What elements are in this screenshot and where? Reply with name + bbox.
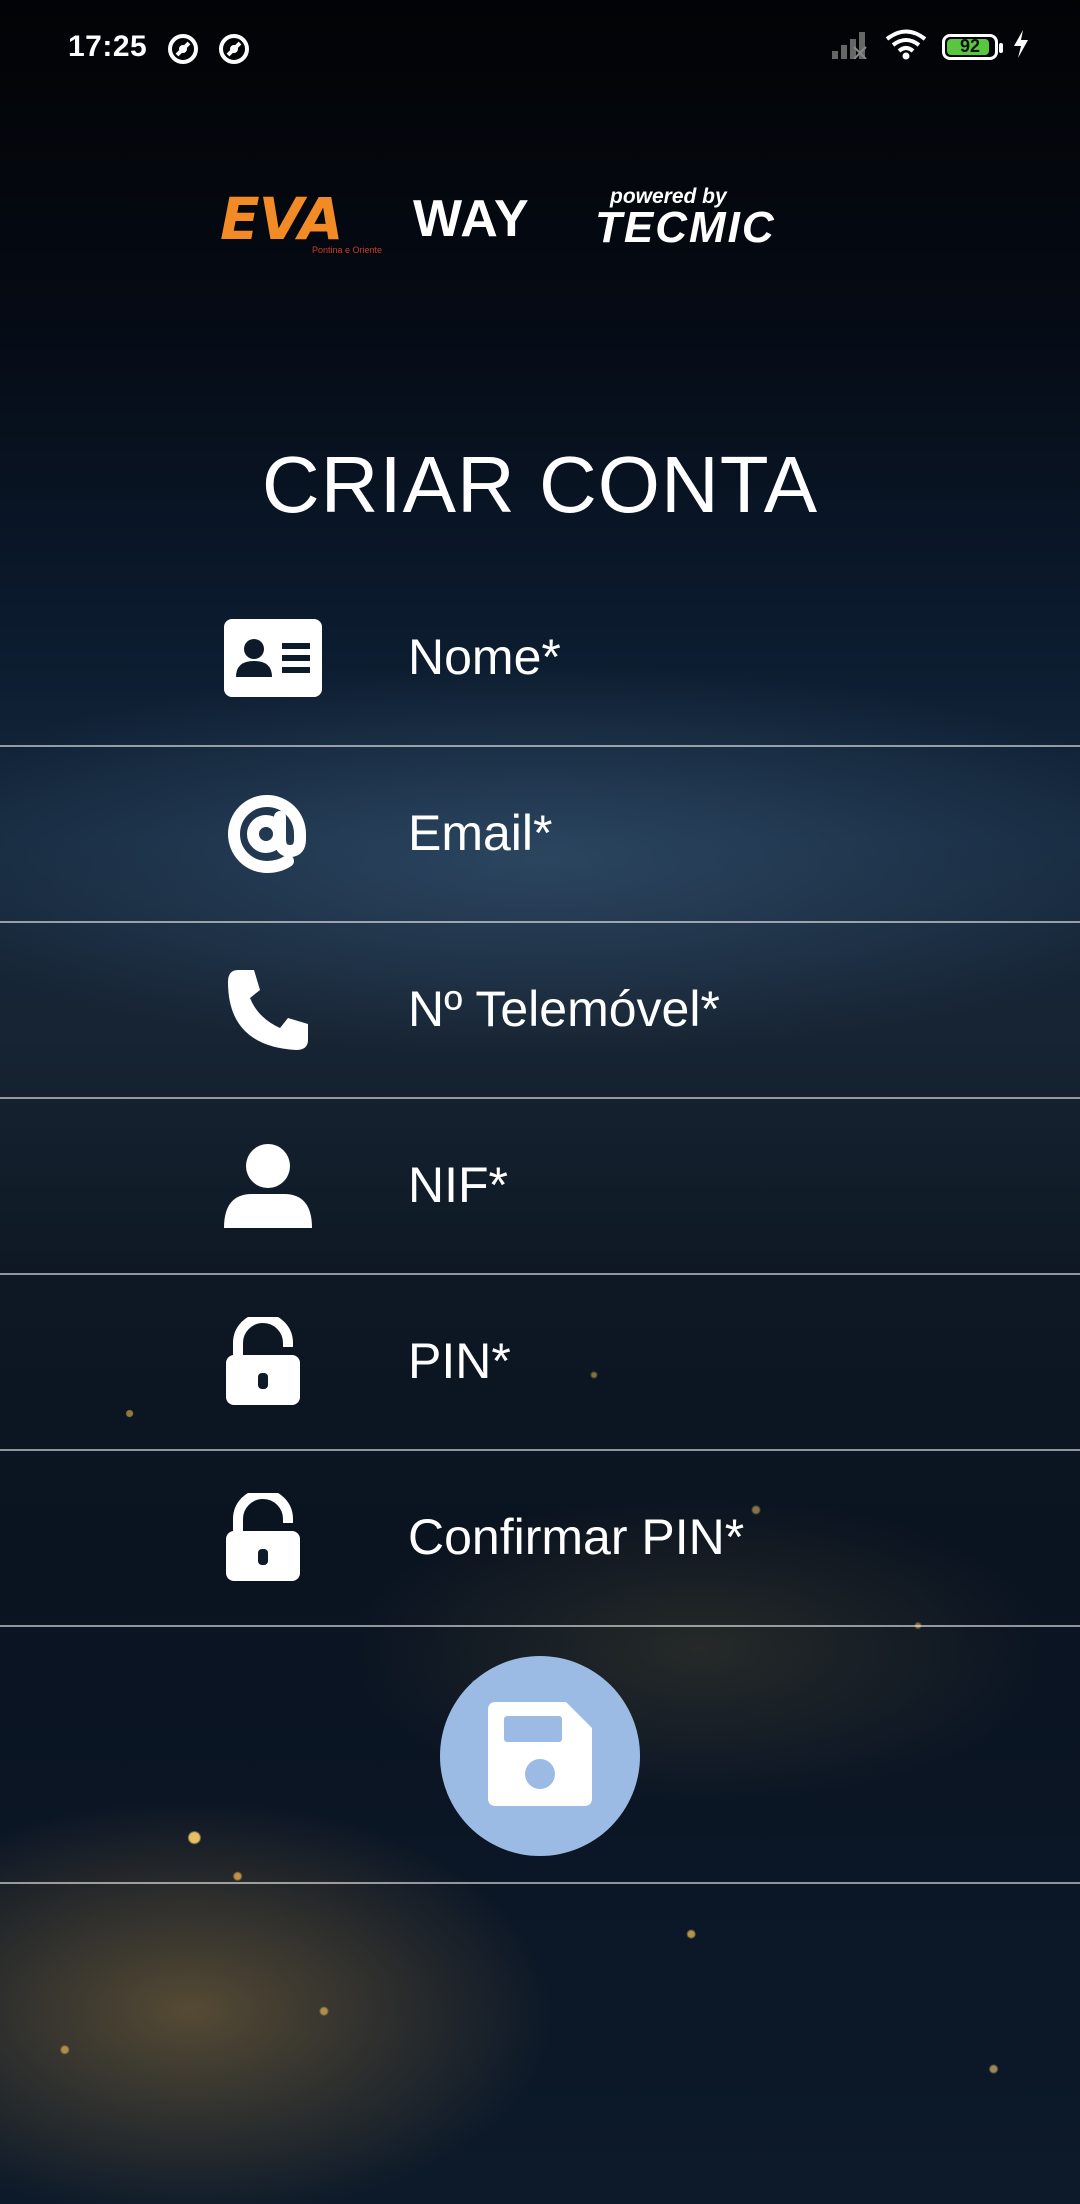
- email-field-row[interactable]: Email*: [0, 746, 1080, 923]
- notification-icon-2: [217, 32, 251, 71]
- logo-way-text: WAY: [413, 190, 530, 248]
- name-field-row[interactable]: Nome*: [0, 570, 1080, 747]
- page-title: CRIAR CONTA: [261, 439, 819, 529]
- confirm-pin-field-row[interactable]: Confirmar PIN*: [0, 1450, 1080, 1627]
- pin-field-row[interactable]: PIN*: [0, 1274, 1080, 1451]
- pin-field-label: PIN*: [408, 1333, 511, 1389]
- nif-field-label: NIF*: [408, 1157, 508, 1213]
- confirm-pin-field-label: Confirmar PIN*: [408, 1509, 745, 1565]
- phone-field-row[interactable]: Nº Telemóvel*: [0, 922, 1080, 1099]
- app-logo: EVA Pontina e Oriente WAY powered by TEC…: [220, 185, 860, 265]
- phone-icon: [224, 970, 324, 1050]
- user-icon: [224, 1144, 324, 1228]
- signal-icon: [830, 29, 870, 64]
- save-button[interactable]: [440, 1656, 640, 1856]
- nif-field-row[interactable]: NIF*: [0, 1098, 1080, 1275]
- name-field-label: Nome*: [408, 629, 561, 685]
- status-right-icons: 92: [830, 28, 1030, 65]
- email-field-label: Email*: [408, 805, 553, 861]
- id-card-icon: [224, 618, 324, 698]
- logo-eva-subtitle: Pontina e Oriente: [312, 245, 383, 255]
- logo-eva-text: EVA: [220, 185, 343, 253]
- battery-icon: 92: [942, 33, 1003, 60]
- status-time: 17:25: [68, 30, 148, 63]
- notification-icon: [166, 32, 200, 71]
- battery-level: 92: [959, 36, 981, 56]
- status-bar: 17:25 92: [0, 0, 1080, 100]
- charging-icon: [1012, 29, 1030, 64]
- save-area: [0, 1624, 1080, 1884]
- floppy-disk-icon: [488, 1701, 592, 1811]
- wifi-icon: [884, 28, 928, 65]
- battery-tip: [999, 42, 1003, 53]
- unlock-icon: [224, 1317, 324, 1405]
- at-sign-icon: [224, 794, 324, 874]
- phone-field-label: Nº Telemóvel*: [408, 981, 720, 1037]
- unlock-icon: [224, 1493, 324, 1581]
- logo-tecmic-text: TECMIC: [595, 203, 776, 252]
